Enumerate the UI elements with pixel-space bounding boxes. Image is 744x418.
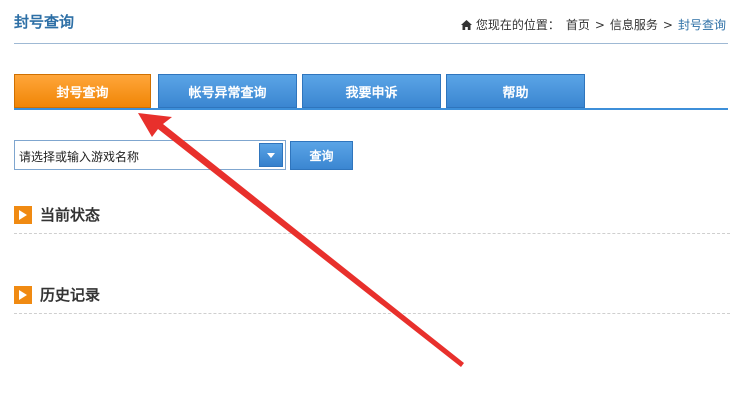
tab-bar-underline — [14, 108, 728, 110]
breadcrumb-current: 封号查询 — [677, 18, 726, 32]
game-select-value: 请选择或输入游戏名称 — [19, 150, 140, 164]
tab-account-anomaly-query[interactable]: 帐号异常查询 — [158, 74, 297, 108]
play-icon — [14, 285, 32, 304]
tab-bar: 封号查询 帐号异常查询 我要申诉 帮助 — [14, 74, 728, 110]
tab-appeal[interactable]: 我要申诉 — [302, 74, 441, 108]
home-icon — [460, 19, 472, 30]
section-title-history: 历史记录 — [40, 286, 101, 304]
breadcrumb: 您现在的位置： 首页 > 信息服务 > 封号查询 — [460, 16, 726, 33]
page: 封号查询 您现在的位置： 首页 > 信息服务 > 封号查询 封号查询 帐号异常查… — [0, 0, 744, 418]
search-button[interactable]: 查询 — [290, 141, 353, 170]
section-current-status: 当前状态 — [14, 204, 100, 225]
breadcrumb-info-service-link[interactable]: 信息服务 — [610, 16, 658, 33]
section-divider — [14, 233, 730, 234]
game-select[interactable]: 请选择或输入游戏名称 — [14, 140, 286, 170]
breadcrumb-home-link[interactable]: 首页 — [566, 16, 590, 33]
breadcrumb-separator: > — [662, 17, 673, 32]
dropdown-toggle-button[interactable] — [259, 143, 283, 167]
page-title: 封号查询 — [14, 13, 75, 31]
annotation-arrow-icon — [138, 113, 464, 367]
tab-ban-query[interactable]: 封号查询 — [14, 74, 151, 108]
play-icon — [14, 205, 32, 224]
breadcrumb-prefix: 您现在的位置： — [475, 18, 560, 32]
breadcrumb-separator: > — [594, 17, 605, 32]
header-divider — [14, 43, 728, 44]
section-title-current-status: 当前状态 — [40, 206, 101, 224]
tab-help[interactable]: 帮助 — [446, 74, 585, 108]
section-divider — [14, 313, 730, 314]
chevron-down-icon — [267, 152, 275, 158]
section-history: 历史记录 — [14, 284, 100, 305]
